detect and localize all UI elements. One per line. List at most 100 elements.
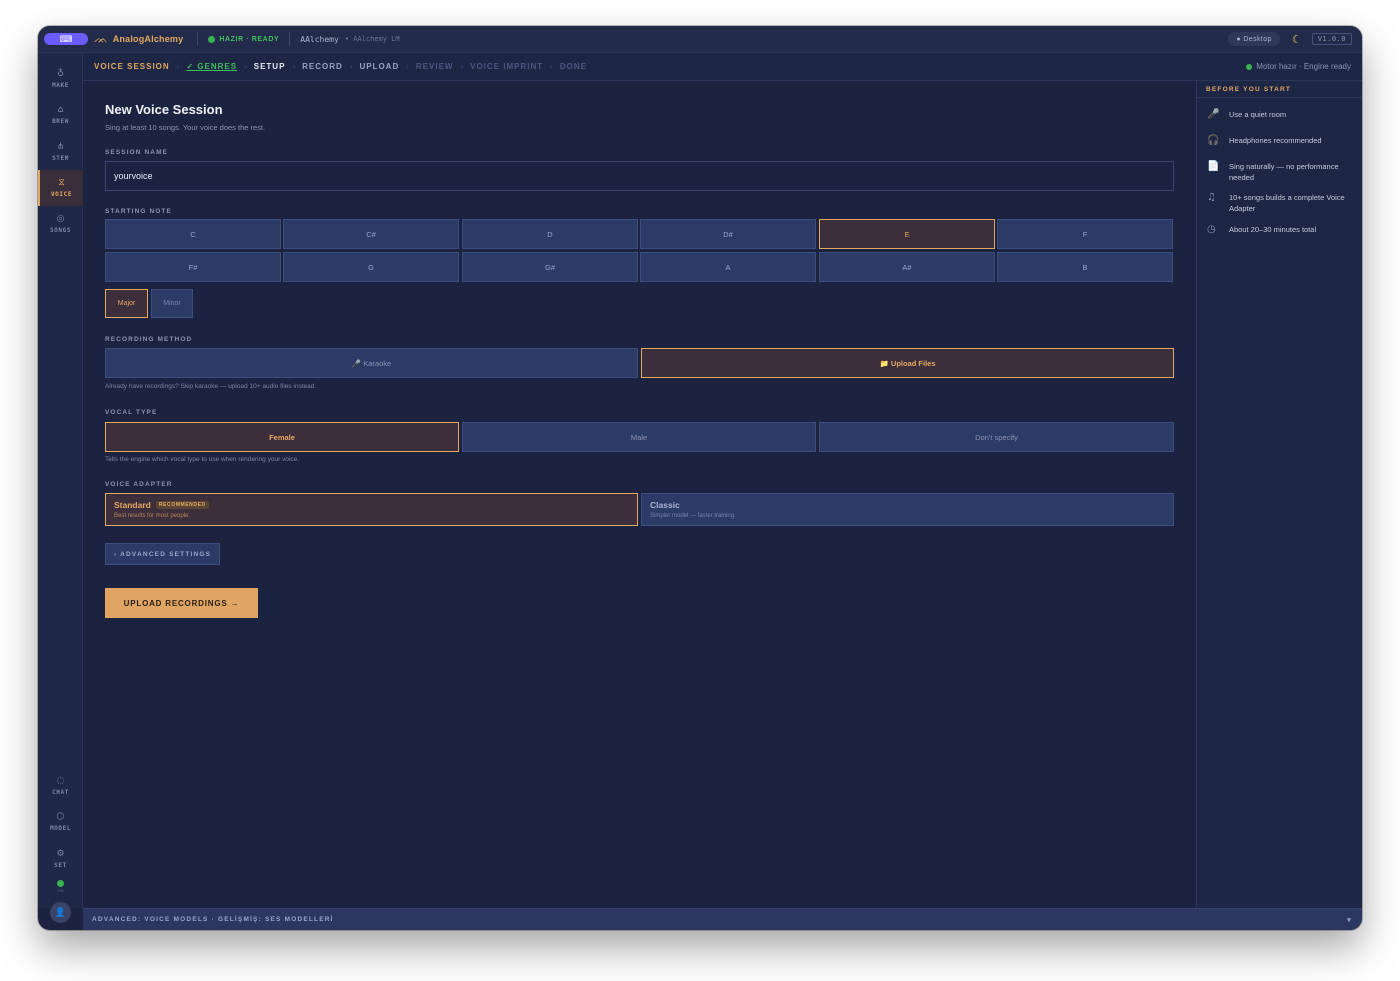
before-you-start-panel: BEFORE YOU START 🎤 Use a quiet room 🎧 He… (1196, 81, 1362, 908)
note-button-c-sharp[interactable]: C# (283, 219, 459, 249)
divider (289, 32, 291, 46)
breadcrumb-separator: › (176, 62, 180, 71)
note-button-f[interactable]: F (997, 219, 1173, 249)
session-name-label: SESSION NAME (105, 149, 169, 156)
engine-status-label: Motor hazır · Engine ready (1256, 62, 1351, 71)
chat-icon: ◌ (56, 776, 65, 786)
recommended-badge: RECOMMENDED (155, 501, 209, 509)
sidebar-item-label: CHAT (52, 789, 69, 796)
breadcrumb-separator: › (550, 62, 553, 71)
advanced-voice-models-label: ADVANCED: VOICE MODELS · GELİŞMİŞ: SES M… (92, 916, 334, 923)
tip-text: 10+ songs builds a complete Voice Adapte… (1229, 193, 1345, 213)
note-button-a-sharp[interactable]: A# (819, 252, 995, 282)
sidebar-item-stem[interactable]: ⋔ STEM (38, 134, 83, 170)
breadcrumb-separator: › (460, 62, 464, 71)
moon-icon[interactable]: ☾ (1292, 33, 1302, 46)
tip-text: Headphones recommended (1229, 136, 1322, 145)
microphone-icon: 🎤 (1207, 109, 1220, 120)
desktop-mode-pill[interactable]: ● Desktop (1228, 32, 1280, 46)
adapter-title: Classic (650, 500, 1165, 510)
adapter-description: Best results for most people. (114, 513, 191, 519)
sidebar-item-songs[interactable]: ◎ SONGS (38, 206, 83, 242)
vocal-type-label: VOCAL TYPE (105, 409, 158, 416)
sidebar-item-label: BREW (52, 118, 69, 125)
karaoke-button[interactable]: 🎤 Karaoke (105, 348, 638, 378)
tip-text: Sing naturally — no performance needed (1229, 162, 1339, 182)
note-button-d[interactable]: D (462, 219, 638, 249)
adapter-classic-card[interactable]: Classic Simpler model — faster training. (641, 493, 1174, 526)
logo-badge-icon[interactable]: ⌨ (44, 33, 88, 45)
ready-status-label: HAZIR · READY (219, 35, 280, 43)
title-bar: ⌨ ᨏ AnalogAlchemy HAZIR · READY AAlchemy… (38, 26, 1362, 53)
note-button-g-sharp[interactable]: G# (462, 252, 638, 282)
panel-title: BEFORE YOU START (1197, 81, 1362, 98)
adapter-title-text: Standard (114, 500, 151, 510)
avatar[interactable]: 👤 (50, 902, 71, 923)
sidebar-item-set[interactable]: ⚙ SET (38, 841, 83, 877)
note-button-d-sharp[interactable]: D# (640, 219, 816, 249)
sidebar-item-label: STEM (52, 155, 69, 162)
sidebar-item-brew[interactable]: ⌂ BREW (38, 97, 83, 133)
app-window: ⌨ ᨏ AnalogAlchemy HAZIR · READY AAlchemy… (38, 26, 1362, 930)
breadcrumb-separator: › (292, 62, 296, 71)
sidebar-item-label: MAKE (52, 82, 69, 89)
breadcrumb-separator: › (406, 62, 409, 71)
sidebar-item-make[interactable]: ♁ MAKE (38, 61, 83, 97)
vocal-type-hint: Tells the engine which vocal type to use… (105, 456, 300, 463)
breadcrumb-separator: › (349, 62, 353, 71)
session-name-input[interactable]: yourvoice (105, 161, 1174, 191)
voice-adapter-label: VOICE ADAPTER (105, 481, 173, 488)
mode-minor-button[interactable]: Minor (151, 289, 193, 318)
project-name[interactable]: AAlchemy (300, 35, 339, 44)
pot-icon: ⌂ (57, 105, 64, 115)
vocal-male-button[interactable]: Male (462, 422, 816, 452)
music-note-icon: ♫ (1207, 192, 1216, 203)
version-badge: V1.0.0 (1311, 33, 1352, 45)
stem-icon: ⋔ (56, 142, 65, 152)
note-button-f-sharp[interactable]: F# (105, 252, 281, 282)
breadcrumb-step-setup: SETUP (253, 62, 286, 71)
advanced-settings-toggle[interactable]: › ADVANCED SETTINGS (105, 543, 221, 565)
note-button-b[interactable]: B (997, 252, 1173, 282)
ready-status: HAZIR · READY (208, 35, 280, 43)
upload-recordings-button[interactable]: UPLOAD RECORDINGS → (105, 588, 258, 618)
note-button-g[interactable]: G (283, 252, 459, 282)
note-button-e[interactable]: E (819, 219, 995, 249)
breadcrumb-step-record: RECORD (302, 62, 343, 71)
tip-item: 🎤 Use a quiet room (1207, 109, 1357, 120)
engine-status: Motor hazır · Engine ready (1246, 62, 1351, 71)
breadcrumb-step-genres[interactable]: ✓ GENRES (186, 62, 237, 71)
sidebar-item-label: SET (54, 862, 67, 869)
main-content: New Voice Session Sing at least 10 songs… (83, 81, 1196, 908)
app-logo-icon: ᨏ (94, 32, 108, 45)
advanced-voice-models-bar[interactable]: ADVANCED: VOICE MODELS · GELİŞMİŞ: SES M… (83, 908, 1362, 930)
tip-item: 📄 Sing naturally — no performance needed (1207, 161, 1357, 183)
sidebar-item-chat[interactable]: ◌ CHAT (38, 768, 83, 804)
note-button-a[interactable]: A (640, 252, 816, 282)
breadcrumb-step-voice-imprint: VOICE IMPRINT (470, 62, 544, 71)
gear-icon: ⚙ (56, 849, 65, 859)
sidebar-item-label: MODEL (49, 825, 72, 832)
engine-status-dot-icon (57, 880, 64, 887)
disc-icon: ◎ (56, 214, 65, 224)
sidebar-item-label: SONGS (49, 227, 72, 234)
sidebar-item-voice[interactable]: ⧖ VOICE (38, 170, 83, 206)
sidebar: ♁ MAKE ⌂ BREW ⋔ STEM ⧖ VOICE ◎ SONGS ◌ C… (38, 53, 83, 923)
adapter-standard-card[interactable]: Standard RECOMMENDED Best results for mo… (105, 493, 638, 526)
breadcrumb-session: VOICE SESSION (94, 62, 170, 71)
document-icon: 📄 (1207, 161, 1220, 172)
engine-status-label: ON (57, 888, 64, 893)
sidebar-item-model[interactable]: ⬡ MODEL (38, 804, 83, 840)
vocal-female-button[interactable]: Female (105, 422, 459, 452)
breadcrumb-step-review: REVIEW (415, 62, 454, 71)
upload-files-button[interactable]: 📁 Upload Files (641, 348, 1174, 378)
adapter-title: Standard RECOMMENDED (114, 500, 629, 510)
adapter-description: Simpler model — faster training. (650, 513, 736, 519)
chevron-down-icon[interactable]: ▾ (1347, 916, 1352, 924)
app-name: AnalogAlchemy (112, 34, 184, 44)
mode-major-button[interactable]: Major (105, 289, 148, 318)
vocal-unspecified-button[interactable]: Don't specify (819, 422, 1174, 452)
note-button-c[interactable]: C (105, 219, 281, 249)
recording-method-label: RECORDING METHOD (105, 336, 193, 343)
cube-icon: ⬡ (56, 812, 65, 822)
